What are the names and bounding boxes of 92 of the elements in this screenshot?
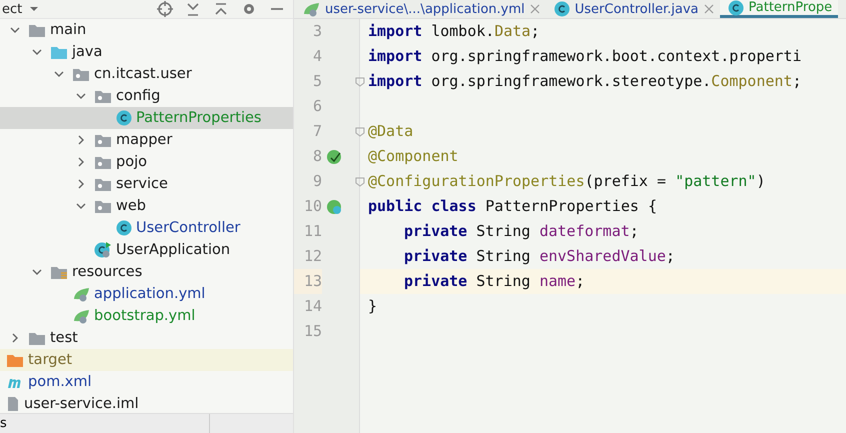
class-icon (728, 0, 744, 16)
line-number: 6 (312, 96, 322, 117)
code-line: private String envSharedValue; (403, 246, 676, 267)
tree-item-label: user-service.iml (24, 396, 139, 412)
code-line: import org.springframework.stereotype.Component; (367, 71, 802, 92)
line-number: 8 (312, 146, 322, 167)
line-number: 10 (302, 196, 322, 217)
tree-item[interactable]: pom.xml (0, 371, 293, 393)
tree-item-label: pojo (116, 154, 147, 170)
editor-tab[interactable]: user-service\...\application.yml (294, 0, 546, 18)
tree-item[interactable]: config (0, 85, 293, 107)
tree-item-label: target (28, 352, 72, 368)
spring-leaf-icon (72, 308, 90, 324)
tree-item[interactable]: user-service.iml (0, 393, 293, 413)
editor-tab[interactable]: UserController.java (546, 0, 720, 18)
folder-icon (28, 330, 46, 346)
file-icon (6, 396, 20, 412)
tree-item[interactable]: main (0, 19, 293, 41)
package-folder-icon (94, 176, 112, 192)
expand-all-icon[interactable] (213, 1, 229, 17)
tree-item[interactable]: resources (0, 261, 293, 283)
code-line: } (367, 296, 378, 317)
folder-icon (28, 22, 46, 38)
tree-item-label: java (72, 44, 102, 60)
settings-icon[interactable] (241, 1, 257, 17)
line-number: 15 (302, 321, 322, 342)
tree-item-label: main (50, 22, 86, 38)
package-folder-icon (72, 66, 90, 82)
package-folder-icon (94, 154, 112, 170)
code-line: public class PatternProperties { (367, 196, 658, 217)
line-number: 11 (302, 221, 322, 242)
folder-icon (6, 352, 24, 368)
code-line: @ConfigurationProperties(prefix = "pattern") (367, 171, 766, 192)
code-line: import lombok.Data; (367, 21, 541, 42)
close-icon[interactable] (530, 4, 540, 14)
package-folder-icon (94, 132, 112, 148)
class-icon (116, 110, 132, 126)
line-number: 7 (312, 121, 322, 142)
spring-class-icon (326, 198, 342, 214)
package-folder-icon (94, 88, 112, 104)
tree-item[interactable]: web (0, 195, 293, 217)
tree-item-label: resources (72, 264, 142, 280)
tree-item[interactable]: pojo (0, 151, 293, 173)
tree-item[interactable]: UserApplication (0, 239, 293, 261)
tree-item[interactable]: mapper (0, 129, 293, 151)
tree-item[interactable]: application.yml (0, 283, 293, 305)
package-folder-icon (94, 198, 112, 214)
tree-item[interactable]: target (0, 349, 293, 371)
code-line: private String dateformat; (403, 221, 640, 242)
line-number: 13 (294, 269, 322, 294)
code-line: @Data (367, 121, 414, 142)
code-line: import org.springframework.boot.context.properti (367, 46, 802, 67)
tree-item[interactable]: service (0, 173, 293, 195)
tree-item-label: service (116, 176, 168, 192)
code-line: @Component (367, 146, 460, 167)
tree-item-label: config (116, 88, 160, 104)
dropdown-icon (28, 4, 40, 14)
line-number: 3 (312, 21, 322, 42)
class-icon (116, 220, 132, 236)
folder-icon (50, 44, 68, 60)
line-number: 9 (312, 171, 322, 192)
spring-leaf-icon (72, 286, 90, 302)
class-icon (554, 1, 570, 17)
editor-tab[interactable]: PatternPrope (720, 0, 838, 18)
spring-leaf-icon (302, 1, 320, 17)
tree-item-label: web (116, 198, 146, 214)
spring-bean-icon (326, 148, 342, 164)
tree-item-label: cn.itcast.user (94, 66, 192, 82)
line-number: 5 (312, 71, 322, 92)
tree-item-label: bootstrap.yml (94, 308, 196, 324)
tree-item[interactable]: test (0, 327, 293, 349)
tree-item-label: application.yml (94, 286, 206, 302)
line-number: 4 (312, 46, 322, 67)
close-icon[interactable] (704, 4, 714, 14)
line-number: 14 (302, 296, 322, 317)
tree-item-label: PatternProperties (136, 110, 262, 126)
status-text: s (0, 414, 210, 433)
tree-item-label: test (50, 330, 78, 346)
locate-icon[interactable] (157, 1, 173, 17)
tree-item[interactable]: bootstrap.yml (0, 305, 293, 327)
spring-class-icon (94, 241, 112, 259)
tree-item-label: mapper (116, 132, 172, 148)
tree-item-label: pom.xml (28, 374, 92, 390)
tree-item-label: UserController (136, 220, 240, 236)
tree-item[interactable]: java (0, 41, 293, 63)
resources-folder-icon (50, 264, 68, 280)
tree-item-label: UserApplication (116, 242, 230, 258)
collapse-all-icon[interactable] (185, 1, 201, 17)
tree-item[interactable]: UserController (0, 217, 293, 239)
line-number: 12 (302, 246, 322, 267)
tree-item[interactable]: cn.itcast.user (0, 63, 293, 85)
panel-title: ect (1, 2, 22, 18)
